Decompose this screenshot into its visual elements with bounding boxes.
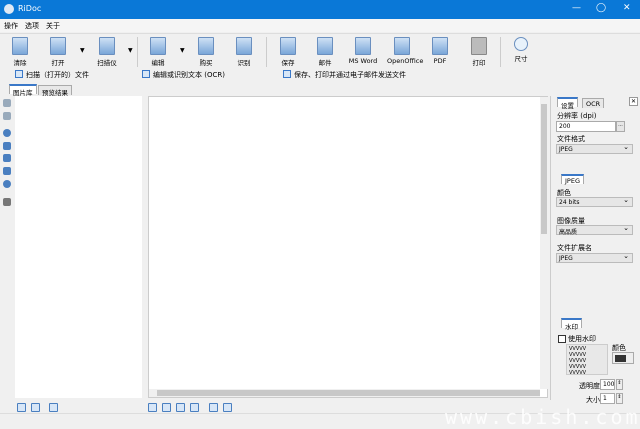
openoffice-button[interactable]: OpenOffice (387, 37, 423, 65)
menu-operate[interactable]: 操作 (0, 19, 21, 31)
pdf-button[interactable]: PDF (425, 37, 455, 65)
image-gallery-list[interactable] (15, 96, 142, 398)
fit-height-icon[interactable] (176, 403, 185, 412)
steps-bar: 扫描（打开的）文件 编辑或识别文本 (OCR) 保存、打印并通过电子邮件发送文件 (0, 68, 640, 82)
buy-icon (198, 37, 214, 55)
open-dropdown-icon[interactable]: ▼ (80, 47, 85, 54)
magnifier-icon (514, 37, 528, 51)
tab-gallery[interactable]: 图片库 (9, 84, 37, 97)
pdf-icon (432, 37, 448, 55)
step-3-icon (283, 70, 291, 78)
tab-watermark[interactable]: 水印 (561, 318, 582, 331)
step-1-icon (15, 70, 23, 78)
word-icon (355, 37, 371, 55)
watermark-style-select[interactable]: VVVVV VVVVV VVVVV VVVVV VVVVV (566, 344, 608, 376)
menu-bar: 操作 选项 关于 (0, 19, 640, 32)
zoom-in-icon[interactable] (209, 403, 218, 412)
left-tool-strip (0, 96, 14, 398)
opacity-label: 透明度 (579, 382, 600, 390)
app-logo-icon (4, 4, 14, 14)
scanner-dropdown-icon[interactable]: ▼ (128, 47, 133, 54)
use-watermark-checkbox[interactable] (558, 335, 566, 343)
select-all-icon[interactable] (17, 403, 26, 412)
clear-icon (12, 37, 28, 55)
move-down-icon[interactable] (3, 112, 11, 120)
clear-button[interactable]: 清除 (5, 37, 35, 67)
fit-page-icon[interactable] (148, 403, 157, 412)
buy-button[interactable]: 购买 (191, 37, 221, 67)
zoom-out-icon[interactable] (223, 403, 232, 412)
scanner-button[interactable]: 扫描仪 (92, 37, 122, 67)
opacity-spinner[interactable]: ⇕ (616, 379, 623, 390)
tab-jpeg[interactable]: JPEG (561, 174, 584, 185)
site-watermark: www.cbish.com (445, 405, 640, 429)
ocr-icon (236, 37, 252, 55)
open-button[interactable]: 打开 (43, 37, 73, 67)
scanner-icon (99, 37, 115, 55)
resolution-label: 分辨率 (dpi) (557, 112, 597, 120)
step-scan: 扫描（打开的）文件 (15, 70, 89, 80)
mail-button[interactable]: 邮件 (310, 37, 340, 67)
opacity-input[interactable]: 100 (600, 379, 615, 390)
preview-canvas[interactable] (148, 96, 548, 398)
print-button[interactable]: 打印 (464, 37, 494, 67)
format-select[interactable]: JPEG (556, 143, 633, 154)
fit-width-icon[interactable] (162, 403, 171, 412)
step-edit: 编辑或识别文本 (OCR) (142, 70, 225, 80)
use-watermark-label: 使用水印 (568, 335, 596, 343)
vertical-scroll-thumb[interactable] (541, 104, 547, 234)
edit-button[interactable]: 编辑 (143, 37, 173, 67)
save-button[interactable]: 保存 (273, 37, 303, 67)
size-spinner[interactable]: ⇕ (616, 393, 623, 404)
size-label: 大小 (586, 396, 600, 404)
deselect-icon[interactable] (31, 403, 40, 412)
ocr-button[interactable]: 识别 (229, 37, 259, 67)
extension-select[interactable]: JPEG (556, 252, 633, 263)
watermark-color-picker[interactable] (612, 352, 634, 364)
contrast-icon[interactable] (3, 154, 11, 162)
openoffice-icon (394, 37, 410, 55)
quality-select[interactable]: 高品质 (556, 224, 633, 236)
format-label: 文件格式 (557, 135, 585, 143)
step-2-icon (142, 70, 150, 78)
extension-label: 文件扩展名 (557, 244, 592, 252)
brightness-icon[interactable] (3, 180, 11, 188)
close-button[interactable]: ✕ (623, 3, 631, 13)
save-icon (280, 37, 296, 55)
resolution-browse-button[interactable]: ... (616, 121, 625, 132)
horizontal-scroll-thumb[interactable] (157, 390, 540, 396)
page-info-icon[interactable] (49, 403, 58, 412)
maximize-button[interactable]: ◯ (596, 3, 606, 13)
window-title: RiDoc (18, 4, 42, 13)
tab-preview[interactable]: 预览结果 (38, 85, 72, 97)
minimize-button[interactable]: — (572, 3, 581, 13)
tab-ocr[interactable]: OCR (582, 98, 605, 108)
rotate-icon[interactable] (3, 129, 11, 137)
step-save: 保存、打印并通过电子邮件发送文件 (283, 70, 406, 80)
levels-icon[interactable] (3, 167, 11, 175)
size-input[interactable]: 1 (600, 393, 615, 404)
move-up-icon[interactable] (3, 99, 11, 107)
menu-about[interactable]: 关于 (42, 19, 63, 31)
title-bar: RiDoc — ◯ ✕ (0, 0, 640, 19)
open-icon (50, 37, 66, 55)
tab-settings[interactable]: 设置 (557, 97, 578, 110)
mail-icon (317, 37, 333, 55)
panel-close-button[interactable]: ✕ (629, 97, 638, 106)
image-adjust-icon[interactable] (3, 142, 11, 150)
printer-icon (471, 37, 487, 55)
size-button[interactable]: 尺寸 (506, 37, 536, 63)
resolution-input[interactable]: 200 (556, 121, 616, 132)
delete-icon[interactable] (3, 198, 11, 206)
menu-options[interactable]: 选项 (21, 19, 42, 31)
msword-button[interactable]: MS Word (348, 37, 378, 65)
edit-icon (150, 37, 166, 55)
toolbar: 清除 打开 ▼ 扫描仪 ▼ 编辑 ▼ 购买 识别 保存 邮件 MS Word O… (0, 33, 640, 68)
actual-size-icon[interactable] (190, 403, 199, 412)
color-select[interactable]: 24 bits (556, 196, 633, 207)
edit-dropdown-icon[interactable]: ▼ (180, 47, 185, 54)
